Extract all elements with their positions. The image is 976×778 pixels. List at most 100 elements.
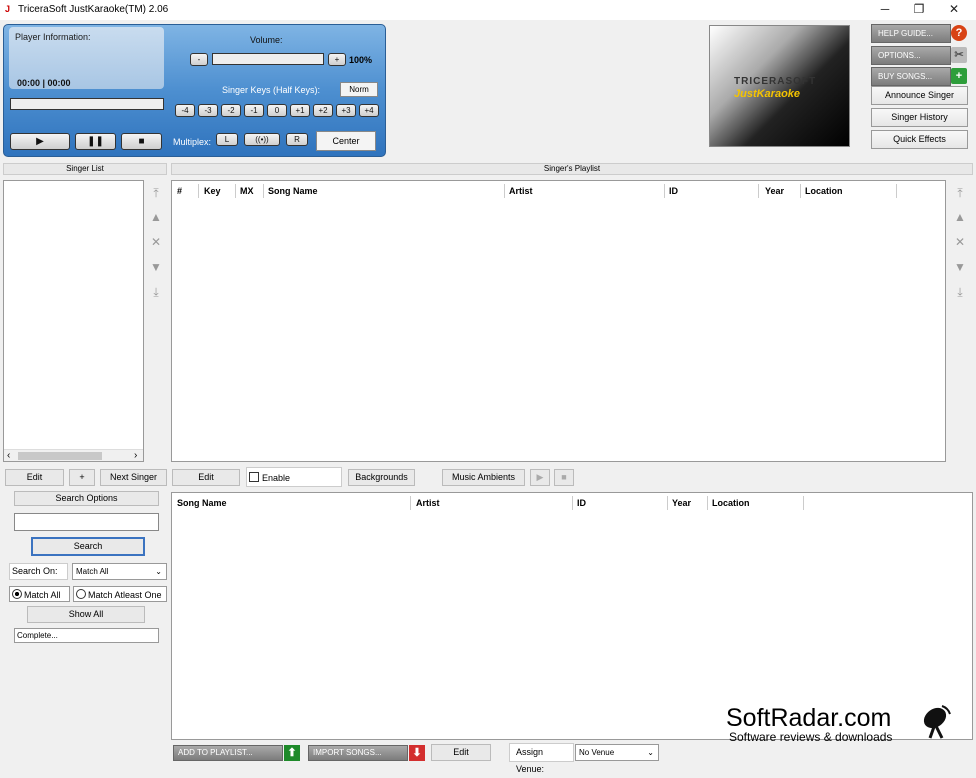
match-all-radio[interactable]: Match All	[9, 586, 70, 602]
songs-col-artist[interactable]: Artist	[412, 496, 573, 510]
add-to-playlist-button[interactable]: ADD TO PLAYLIST...	[173, 745, 283, 761]
scrollbar-thumb[interactable]	[18, 452, 102, 460]
col-location[interactable]: Location	[801, 184, 897, 198]
songs-col-id[interactable]: ID	[573, 496, 668, 510]
tools-icon[interactable]: ✂	[951, 47, 967, 63]
search-button[interactable]: Search	[31, 537, 145, 556]
enable-checkbox-container[interactable]: Enable	[246, 467, 342, 487]
quick-effects-button[interactable]: Quick Effects	[871, 130, 968, 149]
col-id[interactable]: ID	[665, 184, 759, 198]
songs-col-location[interactable]: Location	[708, 496, 804, 510]
playlist-move-down-icon[interactable]: ▼	[950, 257, 970, 277]
col-number[interactable]: #	[173, 184, 199, 198]
show-all-button[interactable]: Show All	[27, 606, 145, 623]
scroll-left-icon[interactable]: ‹	[7, 450, 10, 461]
delete-icon[interactable]: ✕	[146, 232, 166, 252]
col-key[interactable]: Key	[200, 184, 236, 198]
playlist-move-top-icon[interactable]: ⤒	[950, 183, 970, 203]
match-atleast-one-radio[interactable]: Match Atleast One	[73, 586, 167, 602]
venue-select[interactable]: No Venue ⌄	[575, 744, 659, 761]
key-button-minus2[interactable]: -2	[221, 104, 241, 117]
multiplex-both-button[interactable]: ((•))	[244, 133, 280, 146]
singer-list-hscrollbar[interactable]: ‹ ›	[4, 449, 143, 461]
minimize-button[interactable]: ─	[868, 0, 902, 20]
key-button-minus4[interactable]: -4	[175, 104, 195, 117]
match-atleast-one-label: Match Atleast One	[88, 590, 162, 600]
search-input[interactable]	[14, 513, 159, 531]
app-icon: J	[5, 4, 11, 14]
volume-slider[interactable]	[212, 53, 324, 65]
add-singer-button[interactable]: +	[69, 469, 95, 486]
playlist-table[interactable]: # Key MX Song Name Artist ID Year Locati…	[171, 180, 946, 462]
playlist-header: Singer's Playlist	[171, 163, 973, 175]
col-mx[interactable]: MX	[236, 184, 264, 198]
key-button-minus3[interactable]: -3	[198, 104, 218, 117]
key-button-plus1[interactable]: +1	[290, 104, 310, 117]
move-top-icon[interactable]: ⤒	[146, 183, 166, 203]
pause-button[interactable]: ❚❚	[75, 133, 116, 150]
move-down-icon[interactable]: ▼	[146, 257, 166, 277]
move-bottom-icon[interactable]: ⤓	[146, 282, 166, 302]
songs-col-year[interactable]: Year	[668, 496, 708, 510]
search-options-header[interactable]: Search Options	[14, 491, 159, 506]
edit-playlist-button[interactable]: Edit	[172, 469, 240, 486]
singer-history-button[interactable]: Singer History	[871, 108, 968, 127]
singer-list-header: Singer List	[3, 163, 167, 175]
playback-progress-bar[interactable]	[10, 98, 164, 110]
enable-checkbox[interactable]	[249, 472, 259, 482]
move-up-icon[interactable]: ▲	[146, 207, 166, 227]
help-guide-button[interactable]: HELP GUIDE...	[871, 24, 951, 43]
volume-up-button[interactable]: +	[328, 53, 346, 66]
help-icon[interactable]: ?	[951, 25, 967, 41]
ambient-stop-icon[interactable]: ■	[554, 469, 574, 486]
playlist-delete-icon[interactable]: ✕	[950, 232, 970, 252]
arrow-up-icon[interactable]: ⬆	[284, 745, 300, 761]
plus-icon[interactable]: +	[951, 68, 967, 84]
col-year[interactable]: Year	[761, 184, 801, 198]
next-singer-button[interactable]: Next Singer	[100, 469, 167, 486]
songs-col-song-name[interactable]: Song Name	[173, 496, 411, 510]
key-button-minus1[interactable]: -1	[244, 104, 264, 117]
backgrounds-button[interactable]: Backgrounds	[348, 469, 415, 486]
options-button[interactable]: OPTIONS...	[871, 46, 951, 65]
search-on-label: Search On:	[9, 563, 68, 580]
close-button[interactable]: ✕	[937, 0, 971, 20]
player-info-label: Player Information:	[15, 32, 91, 42]
enable-label: Enable	[262, 473, 291, 483]
key-button-plus3[interactable]: +3	[336, 104, 356, 117]
logo-line-1: TRICERASOFT	[734, 76, 817, 87]
edit-singer-button[interactable]: Edit	[5, 469, 64, 486]
playlist-move-bottom-icon[interactable]: ⤓	[950, 282, 970, 302]
buy-songs-button[interactable]: BUY SONGS...	[871, 67, 951, 86]
key-button-plus2[interactable]: +2	[313, 104, 333, 117]
radio-unselected-icon	[76, 589, 86, 599]
search-on-value: Match All	[76, 567, 109, 576]
playlist-move-up-icon[interactable]: ▲	[950, 207, 970, 227]
scroll-right-icon[interactable]: ›	[134, 450, 137, 461]
multiplex-right-button[interactable]: R	[286, 133, 308, 146]
restore-button[interactable]: ❐	[902, 0, 936, 20]
announce-singer-button[interactable]: Announce Singer	[871, 86, 968, 105]
edit-song-button[interactable]: Edit	[431, 744, 491, 761]
music-ambients-button[interactable]: Music Ambients	[442, 469, 525, 486]
search-on-select[interactable]: Match All ⌄	[72, 563, 167, 580]
singer-list[interactable]: ‹ ›	[3, 180, 144, 462]
song-library-table[interactable]: Song Name Artist ID Year Location	[171, 492, 973, 740]
volume-down-button[interactable]: -	[190, 53, 208, 66]
col-song-name[interactable]: Song Name	[264, 184, 505, 198]
player-info-box: Player Information: 00:00 | 00:00	[9, 27, 164, 89]
venue-chevron-down-icon: ⌄	[647, 748, 654, 757]
stop-button[interactable]: ■	[121, 133, 162, 150]
ambient-play-icon[interactable]: ▶	[530, 469, 550, 486]
time-display: 00:00 | 00:00	[17, 78, 71, 88]
watermark-brand: SoftRadar.com	[726, 704, 892, 732]
key-button-zero[interactable]: 0	[267, 104, 287, 117]
col-artist[interactable]: Artist	[505, 184, 665, 198]
singer-keys-label: Singer Keys (Half Keys):	[222, 85, 321, 95]
import-songs-button[interactable]: IMPORT SONGS...	[308, 745, 408, 761]
multiplex-left-button[interactable]: L	[216, 133, 238, 146]
arrow-down-icon[interactable]: ⬇	[409, 745, 425, 761]
key-button-plus4[interactable]: +4	[359, 104, 379, 117]
play-button[interactable]: ▶	[10, 133, 70, 150]
multiplex-center-display: Center	[316, 131, 376, 151]
